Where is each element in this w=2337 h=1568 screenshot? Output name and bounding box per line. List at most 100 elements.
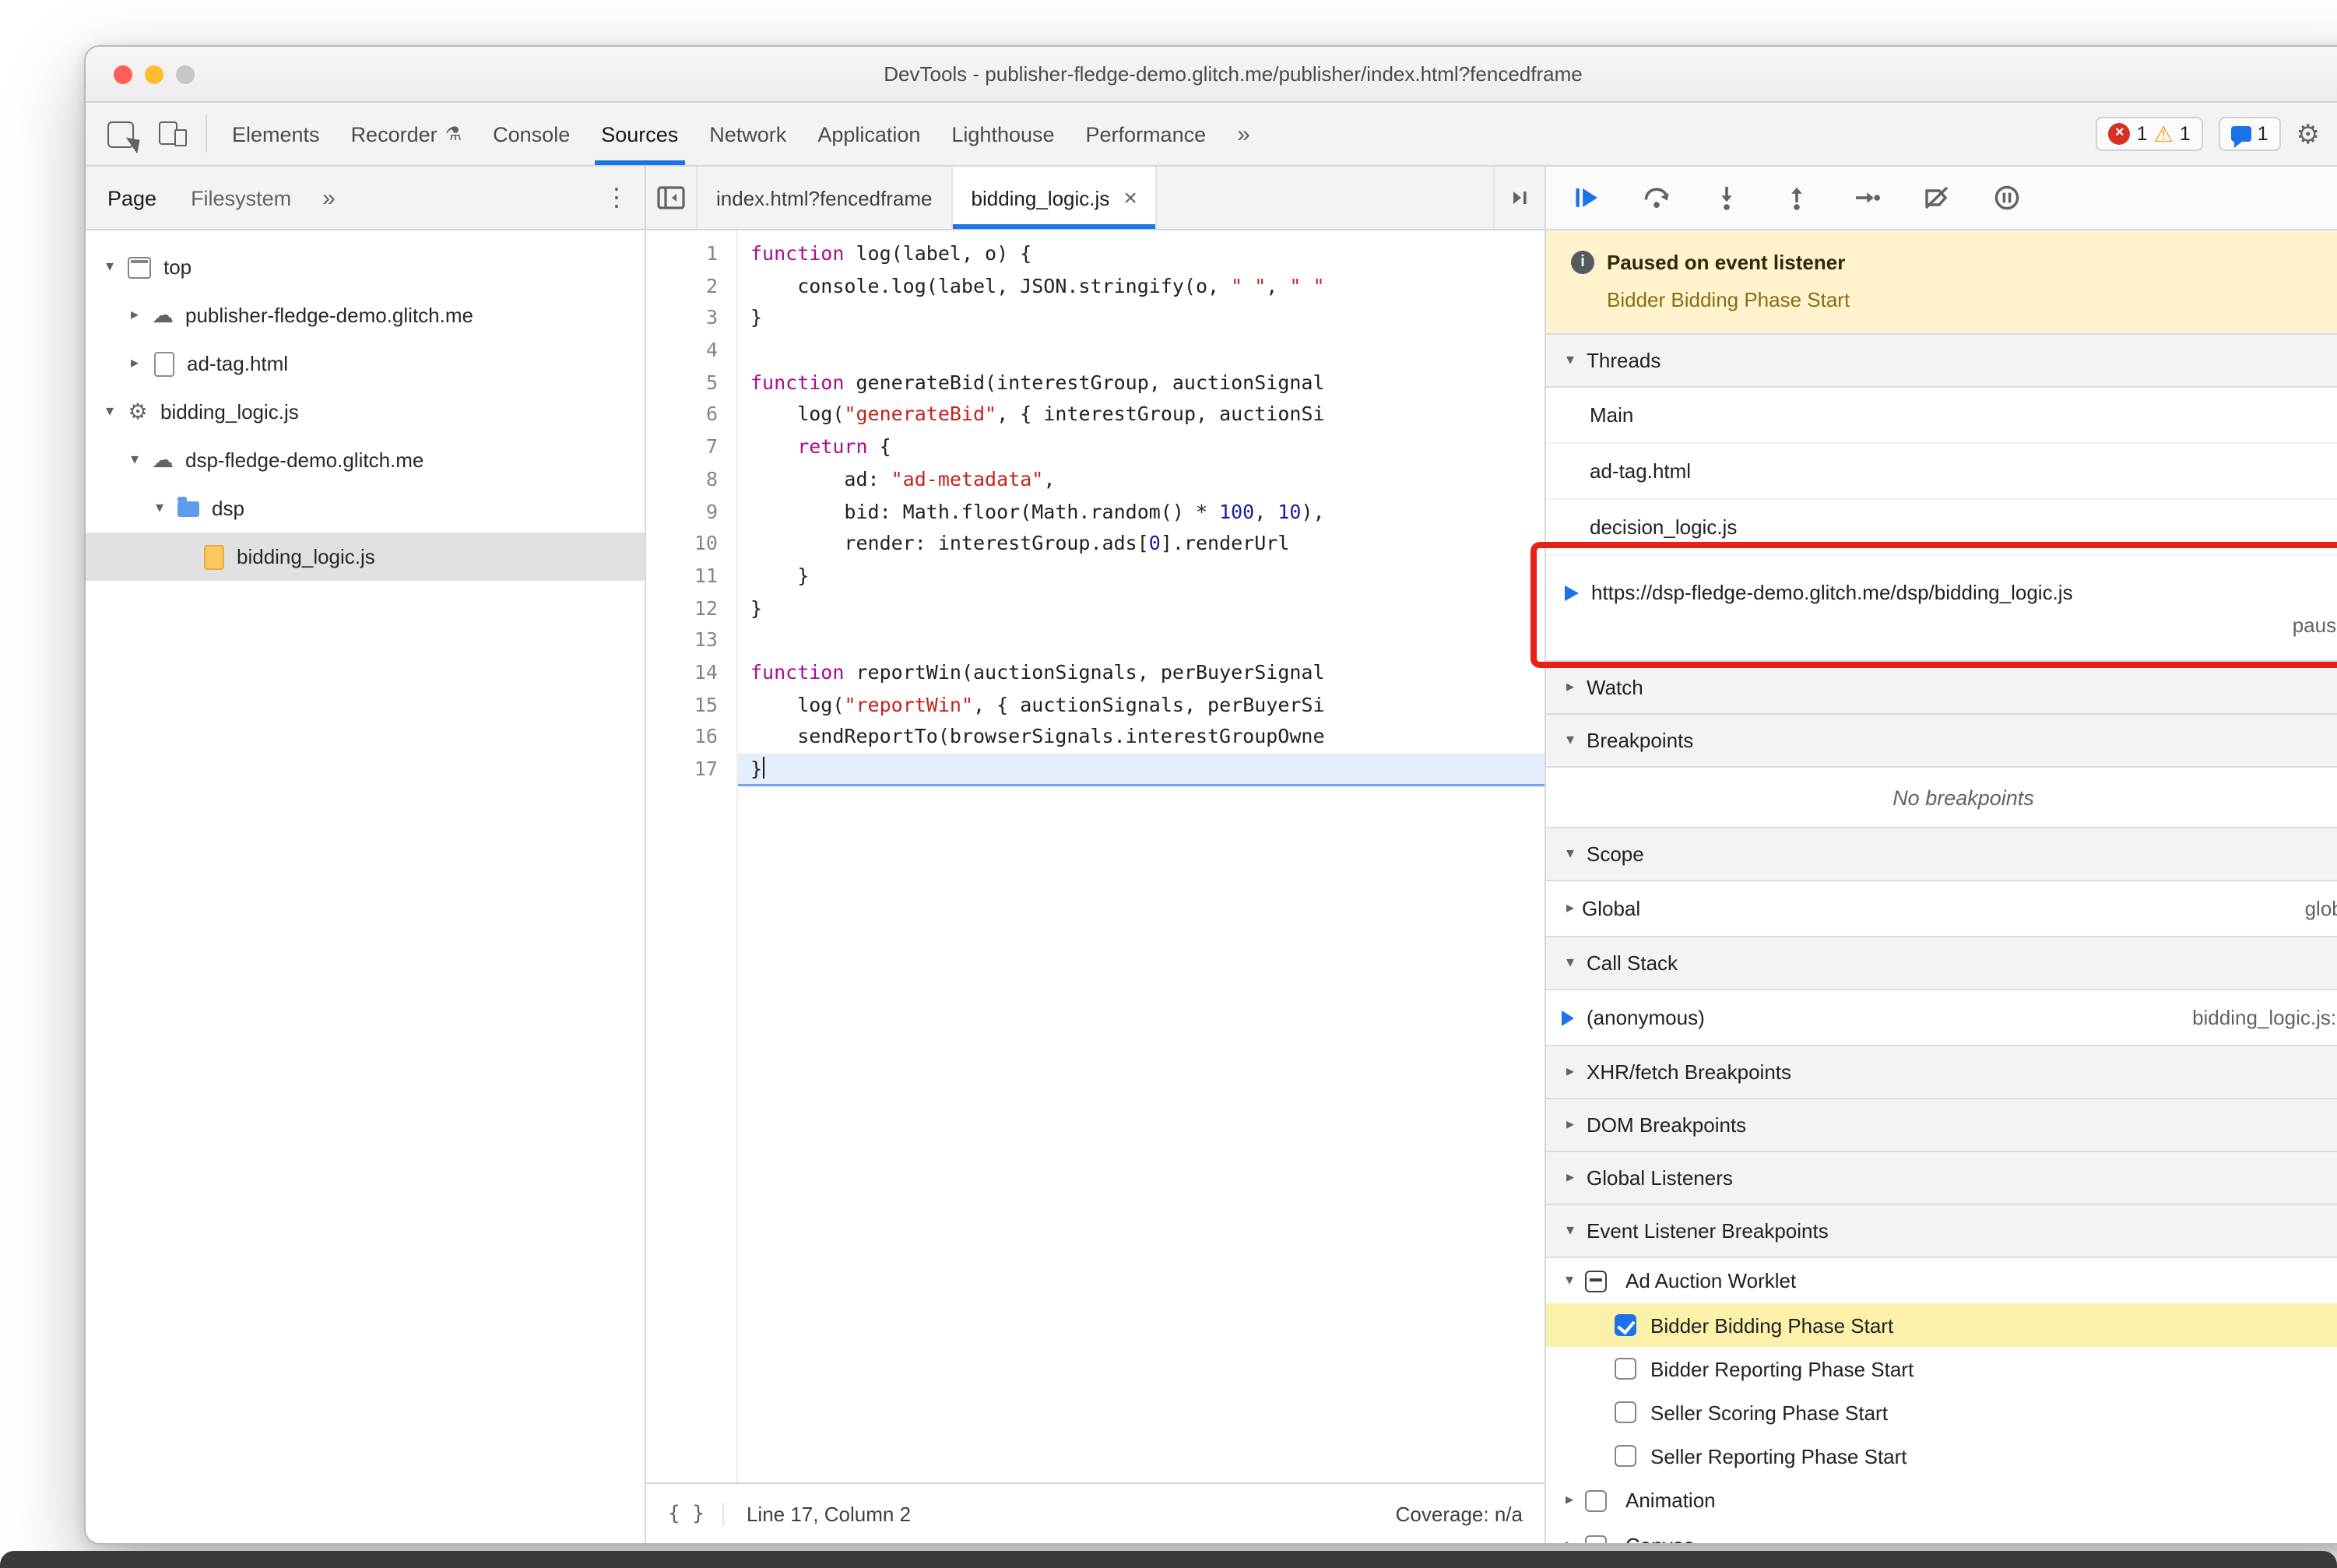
panel-tab-sources[interactable]: Sources xyxy=(585,103,694,165)
code-line-14[interactable]: function reportWin(auctionSignals, perBu… xyxy=(738,657,1545,689)
line-number[interactable]: 11 xyxy=(646,561,736,592)
listener-seller-scoring-phase-start[interactable]: Seller Scoring Phase Start xyxy=(1546,1390,2337,1434)
line-number[interactable]: 5 xyxy=(646,367,736,399)
section-header-watch[interactable]: ▸ Watch xyxy=(1546,660,2337,715)
line-number[interactable]: 13 xyxy=(646,625,736,657)
section-header-breakpoints[interactable]: ▾ Breakpoints xyxy=(1546,713,2337,768)
unchecked-checkbox[interactable] xyxy=(1615,1445,1636,1467)
inspect-element-icon[interactable] xyxy=(107,121,134,147)
code-line-10[interactable]: render: interestGroup.ads[0].renderUrl xyxy=(738,528,1545,560)
panel-tabs-overflow-icon[interactable]: » xyxy=(1221,103,1266,165)
thread-row-decision-logic-js[interactable]: decision_logic.js xyxy=(1546,500,2337,556)
panel-tab-application[interactable]: Application xyxy=(802,103,936,165)
listener-category-canvas[interactable]: ▸ Canvas xyxy=(1546,1523,2337,1543)
chevron-right-icon[interactable]: ▸ xyxy=(123,307,146,324)
open-more-tabs-icon[interactable] xyxy=(1493,167,1545,229)
device-toolbar-icon[interactable] xyxy=(159,121,187,146)
line-number[interactable]: 9 xyxy=(646,496,736,528)
line-number-gutter[interactable]: 1 2 3 4 5 6 7 8 9 10 11 12 13 14 15 16 17 xyxy=(646,230,738,1482)
code-line-3[interactable]: } xyxy=(738,303,1545,335)
editor-tab-index-html-fencedframe[interactable]: index.html?fencedframe xyxy=(698,167,953,229)
code-line-5[interactable]: function generateBid(interestGroup, auct… xyxy=(738,367,1545,399)
section-header-scope[interactable]: ▾ Scope xyxy=(1546,827,2337,881)
chevron-right-icon[interactable]: ▸ xyxy=(1559,900,1582,917)
chevron-down-icon[interactable]: ▾ xyxy=(98,258,121,276)
panel-tab-recorder[interactable]: Recorder ⚗ xyxy=(336,103,478,165)
line-number[interactable]: 8 xyxy=(646,464,736,496)
line-number[interactable]: 14 xyxy=(646,657,736,689)
editor-tab-bidding-logic-js[interactable]: bidding_logic.js × xyxy=(952,167,1158,229)
tree-item-top[interactable]: ▾ top xyxy=(86,243,645,291)
chevron-down-icon[interactable]: ▾ xyxy=(123,452,146,469)
listener-bidder-reporting-phase-start[interactable]: Bidder Reporting Phase Start xyxy=(1546,1347,2337,1390)
code-line-4[interactable] xyxy=(738,335,1545,367)
unchecked-checkbox[interactable] xyxy=(1615,1358,1636,1380)
tree-item-publisher-fledge-demo-glitch-me[interactable]: ▸ ☁ publisher-fledge-demo.glitch.me xyxy=(86,291,645,339)
thread-row-ad-tag-html[interactable]: ad-tag.html xyxy=(1546,444,2337,500)
panel-tab-performance[interactable]: Performance xyxy=(1070,103,1222,165)
panel-tab-lighthouse[interactable]: Lighthouse xyxy=(936,103,1070,165)
code-lines[interactable]: function log(label, o) { console.log(lab… xyxy=(738,230,1545,1482)
chevron-down-icon[interactable]: ▾ xyxy=(148,500,171,517)
navigator-tabs-overflow-icon[interactable]: » xyxy=(322,185,336,211)
issues-badge[interactable]: 1 xyxy=(2218,117,2281,151)
step-over-icon[interactable] xyxy=(1641,182,1672,213)
line-number[interactable]: 3 xyxy=(646,303,736,335)
line-number[interactable]: 2 xyxy=(646,270,736,302)
section-header-dom-breakpoints[interactable]: ▸ DOM Breakpoints xyxy=(1546,1098,2337,1152)
chevron-right-icon[interactable]: ▸ xyxy=(1559,1537,1580,1543)
line-number[interactable]: 6 xyxy=(646,399,736,431)
chevron-right-icon[interactable]: ▸ xyxy=(1559,1169,1582,1187)
chevron-down-icon[interactable]: ▾ xyxy=(1559,846,1582,863)
line-number[interactable]: 1 xyxy=(646,238,736,270)
listener-category-ad-auction-worklet[interactable]: ▾ Ad Auction Worklet xyxy=(1546,1258,2337,1303)
section-header-global-listeners[interactable]: ▸ Global Listeners xyxy=(1546,1151,2337,1205)
callstack-frame-anonymous[interactable]: (anonymous) bidding_logic.js:17 xyxy=(1546,990,2337,1046)
navigator-tab-filesystem[interactable]: Filesystem xyxy=(191,186,291,209)
line-number[interactable]: 7 xyxy=(646,431,736,463)
line-number[interactable]: 17 xyxy=(646,754,736,786)
tree-item-bidding-logic-js[interactable]: ▾ ⚙ bidding_logic.js xyxy=(86,388,645,436)
code-line-12[interactable]: } xyxy=(738,592,1545,624)
thread-row-paused[interactable]: https://dsp-fledge-demo.glitch.me/dsp/bi… xyxy=(1530,542,2337,668)
tree-item-ad-tag-html[interactable]: ▸ ad-tag.html xyxy=(86,339,645,388)
indeterminate-checkbox[interactable] xyxy=(1585,1270,1607,1292)
panel-tab-network[interactable]: Network xyxy=(694,103,802,165)
pretty-print-icon[interactable]: { } xyxy=(668,1502,725,1525)
tree-item-dsp[interactable]: ▾ dsp xyxy=(86,484,645,533)
listener-bidder-bidding-phase-start[interactable]: Bidder Bidding Phase Start xyxy=(1546,1303,2337,1347)
navigator-tab-page[interactable]: Page xyxy=(107,186,156,209)
section-header-threads[interactable]: ▾ Threads xyxy=(1546,333,2337,388)
line-number[interactable]: 4 xyxy=(646,335,736,367)
line-number[interactable]: 15 xyxy=(646,689,736,721)
line-number[interactable]: 12 xyxy=(646,592,736,624)
code-line-1[interactable]: function log(label, o) { xyxy=(738,238,1545,270)
section-header-event-listener-breakpoints[interactable]: ▾ Event Listener Breakpoints xyxy=(1546,1204,2337,1258)
section-header-call-stack[interactable]: ▾ Call Stack xyxy=(1546,936,2337,990)
code-line-15[interactable]: log("reportWin", { auctionSignals, perBu… xyxy=(738,689,1545,721)
chevron-down-icon[interactable]: ▾ xyxy=(1559,732,1582,749)
chevron-down-icon[interactable]: ▾ xyxy=(98,403,121,420)
tree-item-bidding-logic-js[interactable]: bidding_logic.js xyxy=(86,533,645,581)
unchecked-checkbox[interactable] xyxy=(1585,1535,1607,1543)
chevron-right-icon[interactable]: ▸ xyxy=(123,355,146,372)
code-line-8[interactable]: ad: "ad-metadata", xyxy=(738,464,1545,496)
chevron-down-icon[interactable]: ▾ xyxy=(1559,955,1582,972)
code-line-11[interactable]: } xyxy=(738,561,1545,592)
section-header-xhr-fetch-breakpoints[interactable]: ▸ XHR/fetch Breakpoints xyxy=(1546,1045,2337,1099)
step-into-icon[interactable] xyxy=(1711,182,1742,213)
chevron-right-icon[interactable]: ▸ xyxy=(1559,1116,1582,1134)
resume-script-icon[interactable] xyxy=(1571,182,1602,213)
code-editor[interactable]: 1 2 3 4 5 6 7 8 9 10 11 12 13 14 15 16 17 function log(l… xyxy=(646,230,1545,1482)
code-line-16[interactable]: sendReportTo(browserSignals.interestGrou… xyxy=(738,722,1545,754)
toggle-navigator-icon[interactable] xyxy=(646,167,698,229)
code-line-9[interactable]: bid: Math.floor(Math.random() * 100, 10)… xyxy=(738,496,1545,528)
chevron-right-icon[interactable]: ▸ xyxy=(1559,679,1582,696)
chevron-right-icon[interactable]: ▸ xyxy=(1559,1492,1580,1509)
tree-item-dsp-fledge-demo-glitch-me[interactable]: ▾ ☁ dsp-fledge-demo.glitch.me xyxy=(86,436,645,484)
code-line-2[interactable]: console.log(label, JSON.stringify(o, " "… xyxy=(738,270,1545,302)
unchecked-checkbox[interactable] xyxy=(1585,1489,1607,1511)
chevron-right-icon[interactable]: ▸ xyxy=(1559,1063,1582,1081)
code-line-6[interactable]: log("generateBid", { interestGroup, auct… xyxy=(738,399,1545,431)
listener-seller-reporting-phase-start[interactable]: Seller Reporting Phase Start xyxy=(1546,1434,2337,1478)
